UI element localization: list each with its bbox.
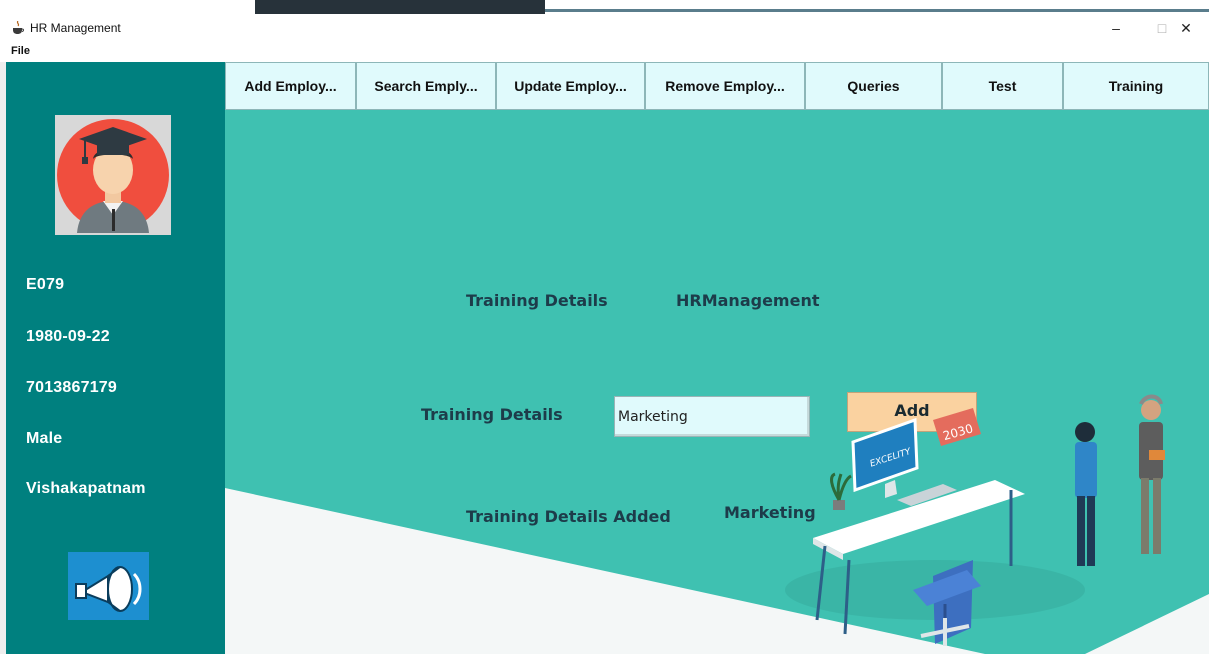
tab-remove-employee[interactable]: Remove Employ... bbox=[645, 62, 805, 110]
menu-bar: File bbox=[0, 42, 1209, 62]
employee-dob: 1980-09-22 bbox=[26, 328, 110, 345]
tab-search-employee[interactable]: Search Emply... bbox=[356, 62, 496, 110]
title-bar[interactable]: HR Management – □ ✕ bbox=[0, 14, 1209, 42]
background-window-line bbox=[545, 9, 1209, 12]
megaphone-icon[interactable] bbox=[68, 552, 149, 620]
training-details-label: Training Details bbox=[421, 405, 563, 424]
tab-test[interactable]: Test bbox=[942, 62, 1063, 110]
office-illustration: EXCELITY 2030 bbox=[785, 394, 1165, 646]
window-title: HR Management bbox=[30, 21, 121, 35]
java-cup-icon bbox=[13, 21, 24, 34]
tab-add-employee[interactable]: Add Employ... bbox=[225, 62, 356, 110]
heading-hrmanagement: HRManagement bbox=[676, 291, 820, 310]
tab-update-employee[interactable]: Update Employ... bbox=[496, 62, 645, 110]
employee-gender: Male bbox=[26, 430, 63, 447]
employee-city: Vishakapatnam bbox=[26, 480, 146, 497]
close-button[interactable]: ✕ bbox=[1163, 14, 1209, 42]
training-added-label: Training Details Added bbox=[466, 507, 671, 526]
minimize-button[interactable]: – bbox=[1093, 14, 1139, 42]
tab-queries[interactable]: Queries bbox=[805, 62, 942, 110]
tab-training[interactable]: Training bbox=[1063, 62, 1209, 110]
training-details-input[interactable]: Marketing bbox=[614, 396, 810, 437]
sidebar: E079 1980-09-22 7013867179 Male Vishakap… bbox=[6, 62, 225, 654]
background-window-strip bbox=[0, 0, 1209, 14]
employee-id: E079 bbox=[26, 276, 65, 293]
background-window-dark bbox=[255, 0, 545, 14]
heading-training-details: Training Details bbox=[466, 291, 608, 310]
tab-bar: Add Employ... Search Emply... Update Emp… bbox=[225, 62, 1209, 110]
training-panel: Training Details HRManagement Training D… bbox=[225, 110, 1209, 654]
menu-file[interactable]: File bbox=[11, 45, 30, 57]
avatar bbox=[55, 115, 171, 235]
employee-phone: 7013867179 bbox=[26, 379, 117, 396]
